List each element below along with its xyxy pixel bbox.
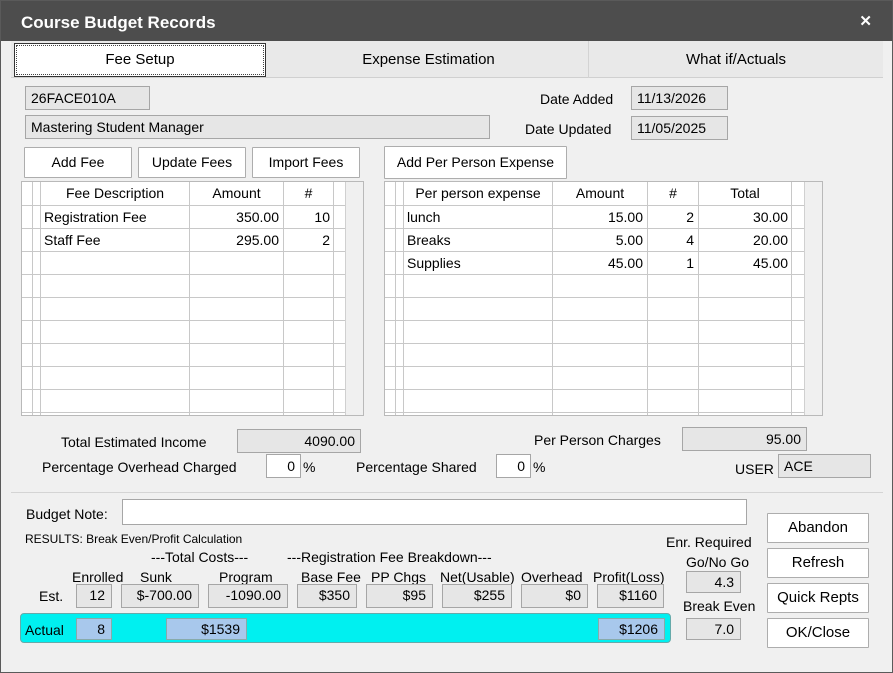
expense-grid-scrollbar[interactable] [804, 182, 822, 415]
actual-row-label: Actual [25, 622, 64, 638]
course-name-field: Mastering Student Manager [25, 115, 490, 139]
section-divider [11, 492, 883, 493]
expense-row-2-amount[interactable]: 5.00 [553, 229, 643, 252]
refresh-button[interactable]: Refresh [767, 548, 869, 578]
user-field: ACE [778, 454, 871, 478]
title-bar: Course Budget Records ✕ [1, 1, 892, 41]
base-fee-column-label: Base Fee [301, 569, 361, 585]
fee-count-header[interactable]: # [284, 182, 333, 205]
est-row-label: Est. [39, 588, 64, 604]
fee-description-header[interactable]: Fee Description [41, 182, 189, 205]
fee-amount-header[interactable]: Amount [190, 182, 283, 205]
total-income-field: 4090.00 [237, 429, 361, 453]
expense-row-1-total[interactable]: 30.00 [699, 206, 788, 229]
actual-profit-loss: $1206 [598, 618, 665, 640]
est-pp-chgs: $95 [366, 584, 433, 608]
enr-required-label: Enr. Required [666, 534, 752, 550]
break-even-label: Break Even [683, 598, 756, 614]
expense-row-1-amount[interactable]: 15.00 [553, 206, 643, 229]
overhead-input[interactable]: 0 [266, 454, 301, 478]
expense-row-2-count[interactable]: 4 [648, 229, 694, 252]
expense-row-2-total[interactable]: 20.00 [699, 229, 788, 252]
actual-enrolled: 8 [76, 618, 112, 640]
expense-count-header[interactable]: # [648, 182, 698, 205]
go-no-go-value: 4.3 [686, 571, 741, 593]
close-icon[interactable]: ✕ [859, 12, 872, 30]
date-updated-label: Date Updated [525, 121, 612, 137]
fee-row-1-description[interactable]: Registration Fee [44, 206, 147, 229]
total-income-label: Total Estimated Income [61, 434, 207, 450]
ok-close-button[interactable]: OK/Close [767, 618, 869, 648]
fee-row-2-amount[interactable]: 295.00 [190, 229, 279, 252]
fee-row-2-description[interactable]: Staff Fee [44, 229, 101, 252]
add-fee-button[interactable]: Add Fee [24, 147, 132, 178]
per-person-charges-field: 95.00 [682, 427, 807, 451]
program-column-label: Program [219, 569, 273, 585]
percentage-shared-input[interactable]: 0 [496, 454, 531, 478]
user-label: USER [735, 461, 774, 477]
expense-amount-header[interactable]: Amount [553, 182, 647, 205]
fees-grid-scrollbar[interactable] [345, 182, 363, 415]
est-base-fee: $350 [297, 584, 357, 608]
budget-note-label: Budget Note: [26, 506, 108, 522]
break-even-value: 7.0 [686, 618, 741, 640]
net-usable-column-label: Net(Usable) [440, 569, 515, 585]
overhead-percent-sign: % [303, 459, 316, 475]
reg-fee-breakdown-heading: ---Registration Fee Breakdown--- [287, 549, 492, 565]
est-net-usable: $255 [442, 584, 512, 608]
overhead-label: Percentage Overhead Charged [42, 459, 237, 475]
enrolled-column-label: Enrolled [72, 569, 124, 585]
percentage-shared-label: Percentage Shared [356, 459, 477, 475]
expense-row-1-count[interactable]: 2 [648, 206, 694, 229]
date-updated-field: 11/05/2025 [631, 116, 728, 140]
expense-total-header[interactable]: Total [699, 182, 791, 205]
fee-row-1-amount[interactable]: 350.00 [190, 206, 279, 229]
date-added-label: Date Added [540, 91, 614, 107]
expense-row-2-description[interactable]: Breaks [407, 229, 451, 252]
expense-row-3-total[interactable]: 45.00 [699, 252, 788, 275]
per-person-charges-label: Per Person Charges [534, 432, 661, 448]
expense-row-3-count[interactable]: 1 [648, 252, 694, 275]
update-fees-button[interactable]: Update Fees [138, 147, 246, 178]
sunk-column-label: Sunk [140, 569, 172, 585]
date-added-field: 11/13/2026 [631, 86, 728, 110]
course-budget-window: Course Budget Records ✕ Fee Setup Expens… [0, 0, 893, 673]
actual-program: $1539 [166, 618, 247, 640]
fees-grid[interactable]: Fee Description Amount # Registration Fe… [21, 181, 364, 416]
pp-chgs-column-label: PP Chgs [371, 569, 426, 585]
actual-row: Actual 8 $1539 $1206 [20, 613, 671, 643]
tab-expense-estimation[interactable]: Expense Estimation [269, 41, 589, 78]
expense-row-3-description[interactable]: Supplies [407, 252, 461, 275]
shared-percent-sign: % [533, 459, 546, 475]
est-enrolled: 12 [76, 584, 112, 608]
expense-row-1-description[interactable]: lunch [407, 206, 440, 229]
fee-row-2-count[interactable]: 2 [284, 229, 330, 252]
tab-what-if-actuals[interactable]: What if/Actuals [589, 41, 883, 78]
abandon-button[interactable]: Abandon [767, 513, 869, 543]
add-per-person-expense-button[interactable]: Add Per Person Expense [384, 146, 567, 179]
import-fees-button[interactable]: Import Fees [252, 147, 360, 178]
est-profit-loss: $1160 [597, 584, 664, 608]
go-no-go-label: Go/No Go [686, 554, 750, 570]
quick-repts-button[interactable]: Quick Repts [767, 583, 869, 613]
results-heading: RESULTS: Break Even/Profit Calculation [25, 532, 243, 546]
tab-fee-setup[interactable]: Fee Setup [14, 43, 266, 77]
profit-loss-column-label: Profit(Loss) [593, 569, 665, 585]
expense-row-3-amount[interactable]: 45.00 [553, 252, 643, 275]
expense-description-header[interactable]: Per person expense [404, 182, 552, 205]
est-overhead: $0 [521, 584, 588, 608]
est-program: -1090.00 [208, 584, 288, 608]
est-sunk: $-700.00 [121, 584, 199, 608]
overhead-column-label: Overhead [521, 569, 583, 585]
tab-strip: Fee Setup Expense Estimation What if/Act… [11, 41, 883, 78]
per-person-expense-grid[interactable]: Per person expense Amount # Total lunch … [384, 181, 823, 416]
budget-note-input[interactable] [122, 499, 747, 525]
window-title: Course Budget Records [21, 13, 216, 32]
total-costs-heading: ---Total Costs--- [151, 549, 249, 565]
course-code-field: 26FACE010A [25, 86, 150, 110]
fee-row-1-count[interactable]: 10 [284, 206, 330, 229]
